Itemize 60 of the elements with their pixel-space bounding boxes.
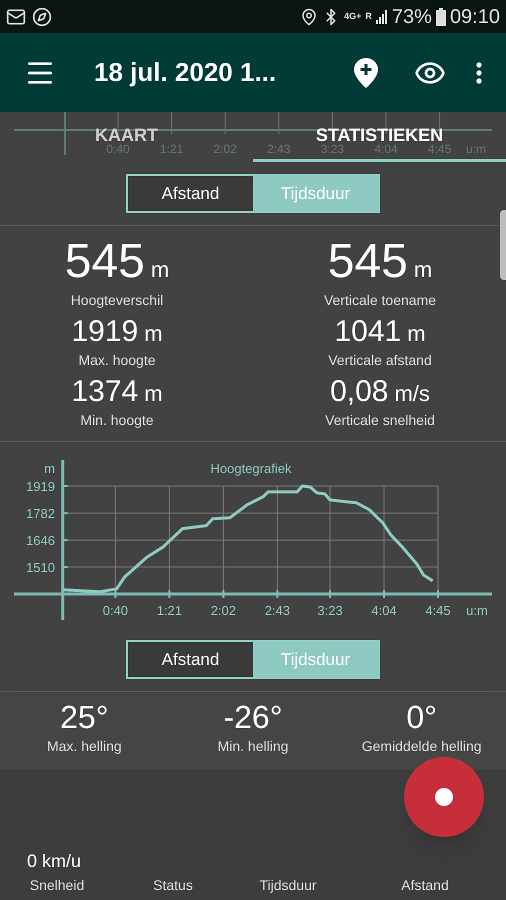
x-tick-label: 0:40 [102, 603, 128, 618]
signal-icon [376, 10, 388, 24]
toggle-option[interactable]: Afstand [128, 176, 253, 211]
more-icon [476, 62, 482, 84]
roaming-indicator: R [365, 10, 372, 23]
stat-unit: m [144, 320, 163, 348]
x-tick-label: 2:02 [210, 603, 236, 618]
chart-title: Hoogtegrafiek [210, 461, 292, 476]
stat-label: Verticale toename [324, 291, 436, 310]
stat-value: 1919 [71, 315, 138, 349]
scrollbar-thumb [500, 210, 506, 280]
stat-value: 1041 [334, 315, 402, 349]
stat-value: 545 [64, 234, 145, 290]
y-tick-label: 1646 [26, 533, 55, 548]
toggle-option[interactable]: Afstand [128, 642, 253, 677]
battery-icon [436, 8, 446, 26]
axis-unit: u:m [466, 603, 488, 618]
axis-unit: m [44, 461, 55, 476]
stat-unit: m/s [394, 380, 430, 408]
app-title: 18 jul. 2020 1... [94, 56, 278, 89]
stat-label: Min. hoogte [80, 411, 154, 430]
y-tick-label: 1510 [26, 560, 55, 576]
x-tick-label: 4:45 [425, 603, 451, 618]
battery-percentage: 73% [392, 4, 432, 30]
network-type: 4G+ [344, 10, 362, 23]
slope-label: Gemiddelde helling [362, 737, 482, 756]
x-tick-label: 4:04 [371, 603, 397, 618]
speed-value: 0 km/u [27, 850, 82, 873]
clock: 09:10 [450, 4, 500, 30]
x-tick-label: 2:43 [264, 603, 290, 618]
y-tick-label: 1919 [26, 479, 55, 494]
footer-label: Snelheid [30, 876, 84, 895]
compass-icon [32, 6, 52, 26]
stat-label: Max. hoogte [78, 351, 156, 370]
stat-label: Hoogteverschil [70, 291, 164, 310]
stat-value: 0,08 [330, 375, 388, 409]
x-tick-label: 3:23 [317, 603, 343, 618]
x-tick-label: 1:21 [156, 603, 182, 618]
slope-label: Min. helling [218, 737, 288, 756]
stat-unit: m [150, 256, 170, 284]
mail-icon [6, 6, 26, 26]
pin-plus-icon [354, 58, 378, 88]
stat-unit: m [414, 256, 432, 284]
slope-label: Max. helling [46, 737, 122, 756]
add-location-button[interactable] [354, 58, 378, 88]
footer-label: Afstand [401, 876, 449, 895]
slope-value: 25° [60, 698, 109, 736]
footer-label: Status [153, 876, 193, 895]
slope-value: -26° [223, 698, 283, 736]
footer-label: Tijdsduur [259, 876, 317, 895]
stat-label: Verticale afstand [328, 351, 432, 370]
y-tick-label: 1782 [26, 506, 55, 522]
stat-value: 1374 [71, 375, 138, 409]
stat-label: Verticale snelheid [325, 411, 435, 430]
stat-unit: m [144, 380, 163, 408]
slope-value: 0° [406, 698, 437, 736]
more-options-button[interactable] [476, 62, 482, 84]
stat-unit: m [407, 320, 426, 348]
stat-value: 545 [328, 234, 408, 290]
location-icon [300, 8, 318, 26]
